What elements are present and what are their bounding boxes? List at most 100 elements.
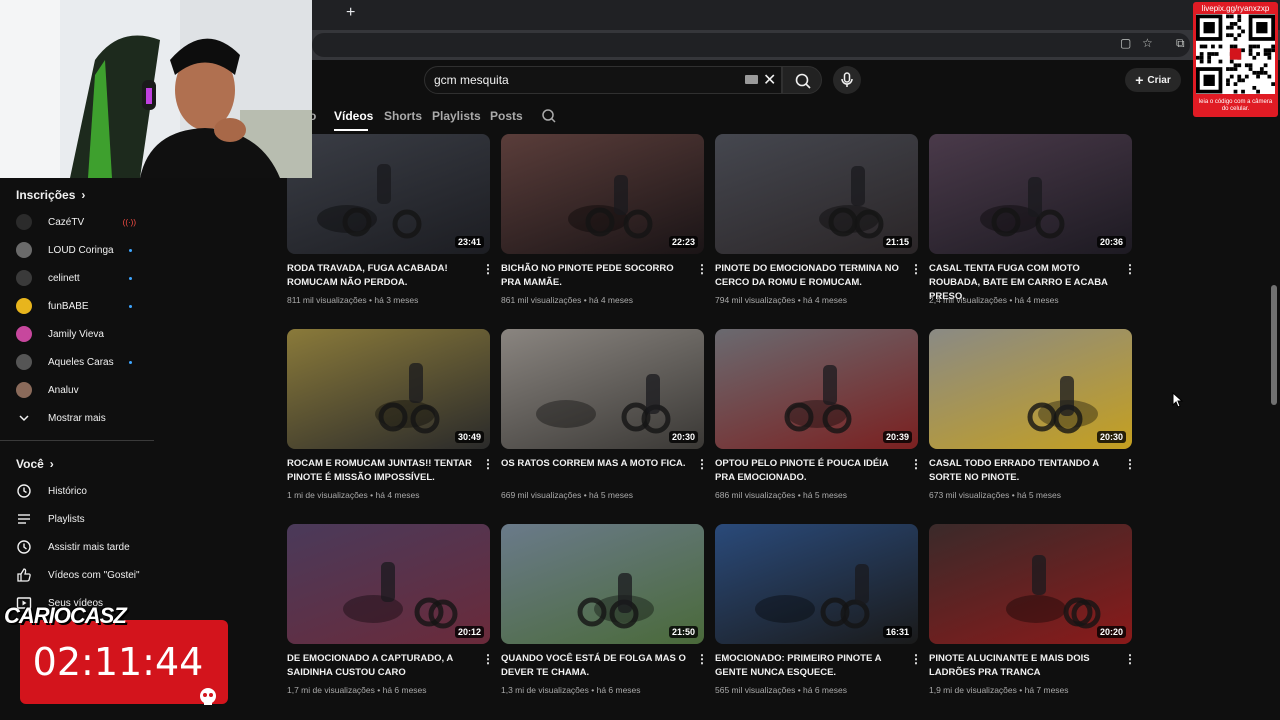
voice-search-button[interactable] bbox=[833, 66, 861, 94]
sidebar-item-label: Vídeos com "Gostei" bbox=[48, 569, 140, 581]
meta-separator: • bbox=[795, 685, 804, 695]
tab-shorts[interactable]: Shorts bbox=[384, 109, 422, 123]
search-button[interactable] bbox=[782, 66, 822, 94]
scrollbar-thumb[interactable] bbox=[1271, 285, 1277, 405]
channel-avatar bbox=[16, 382, 32, 398]
install-app-icon[interactable]: ▢ bbox=[1120, 36, 1131, 50]
tab-posts[interactable]: Posts bbox=[490, 109, 523, 123]
webcam-overlay bbox=[0, 0, 312, 178]
keyboard-icon[interactable] bbox=[745, 75, 758, 84]
you-heading[interactable]: Você › bbox=[16, 457, 54, 471]
video-title[interactable]: BICHÃO NO PINOTE PEDE SOCORRO PRA MAMÃE. bbox=[501, 262, 686, 290]
sidebar-item-history[interactable]: Histórico bbox=[16, 477, 146, 505]
video-views: 861 mil visualizações bbox=[501, 295, 582, 305]
more-options-icon[interactable]: ⋮ bbox=[1124, 457, 1136, 471]
video-thumbnail[interactable]: 20:30 bbox=[501, 329, 704, 449]
bookmark-star-icon[interactable]: ☆ bbox=[1142, 36, 1153, 50]
video-duration: 20:30 bbox=[1096, 431, 1126, 443]
video-title[interactable]: RODA TRAVADA, FUGA ACABADA! ROMUCAM NÃO … bbox=[287, 262, 472, 290]
more-options-icon[interactable]: ⋮ bbox=[910, 457, 922, 471]
video-thumbnail[interactable]: 20:36 bbox=[929, 134, 1132, 254]
chevron-right-icon: › bbox=[49, 457, 54, 471]
meta-separator: • bbox=[588, 685, 597, 695]
video-thumbnail[interactable]: 21:15 bbox=[715, 134, 918, 254]
video-title[interactable]: CASAL TODO ERRADO TENTANDO A SORTE NO PI… bbox=[929, 457, 1114, 485]
qr-caption-text: leia o código com a câmera do celular. bbox=[1198, 99, 1273, 112]
sidebar-subscription-item[interactable]: funBABE bbox=[16, 292, 146, 320]
more-options-icon[interactable]: ⋮ bbox=[910, 652, 922, 666]
watch-later-icon bbox=[16, 539, 32, 555]
video-thumbnail[interactable]: 20:39 bbox=[715, 329, 918, 449]
video-thumbnail[interactable]: 30:49 bbox=[287, 329, 490, 449]
channel-search-icon[interactable] bbox=[541, 108, 557, 124]
more-options-icon[interactable]: ⋮ bbox=[696, 262, 708, 276]
more-options-icon[interactable]: ⋮ bbox=[910, 262, 922, 276]
tab-playlists[interactable]: Playlists bbox=[432, 109, 481, 123]
meta-separator: • bbox=[374, 685, 383, 695]
sidebar-item-playlists[interactable]: Playlists bbox=[16, 505, 146, 533]
sidebar-item-watch-later[interactable]: Assistir mais tarde bbox=[16, 533, 146, 561]
sidebar-subscription-item[interactable]: Aqueles Caras bbox=[16, 348, 146, 376]
clear-search-icon[interactable]: ✕ bbox=[763, 70, 776, 90]
create-button[interactable]: + Criar bbox=[1125, 68, 1181, 92]
video-views: 1,9 mi de visualizações bbox=[929, 685, 1017, 695]
video-thumbnail[interactable]: 20:30 bbox=[929, 329, 1132, 449]
video-title[interactable]: OS RATOS CORREM MAS A MOTO FICA. bbox=[501, 457, 686, 471]
sidebar-subscription-item[interactable]: CazéTV ((·)) bbox=[16, 208, 146, 236]
more-options-icon[interactable]: ⋮ bbox=[1124, 652, 1136, 666]
more-options-icon[interactable]: ⋮ bbox=[696, 457, 708, 471]
video-thumbnail[interactable]: 20:12 bbox=[287, 524, 490, 644]
more-options-icon[interactable]: ⋮ bbox=[696, 652, 708, 666]
video-title[interactable]: OPTOU PELO PINOTE É POUCA IDÉIA PRA EMOC… bbox=[715, 457, 900, 485]
video-title[interactable]: ROCAM E ROMUCAM JUNTAS!! TENTAR PINOTE É… bbox=[287, 457, 472, 485]
sidebar-subscription-item[interactable]: Analuv bbox=[16, 376, 146, 404]
sidebar-subscription-item[interactable]: Jamily Vieva bbox=[16, 320, 146, 348]
video-views: 2,4 mil visualizações bbox=[929, 295, 1007, 305]
meta-separator: • bbox=[367, 490, 376, 500]
subscriptions-heading[interactable]: Inscrições › bbox=[16, 188, 85, 202]
video-title[interactable]: QUANDO VOCÊ ESTÁ DE FOLGA MAS O DEVER TE… bbox=[501, 652, 686, 680]
sidebar-item-like[interactable]: Vídeos com "Gostei" bbox=[16, 561, 146, 589]
like-icon bbox=[16, 567, 32, 583]
video-thumbnail[interactable]: 23:41 bbox=[287, 134, 490, 254]
video-title[interactable]: DE EMOCIONADO A CAPTURADO, A SAIDINHA CU… bbox=[287, 652, 472, 680]
qr-handle-text: livepix.gg/ryanxzxp bbox=[1201, 4, 1270, 13]
more-options-icon[interactable]: ⋮ bbox=[482, 457, 494, 471]
more-options-icon[interactable]: ⋮ bbox=[482, 262, 494, 276]
video-duration: 23:41 bbox=[454, 236, 484, 248]
video-thumbnail[interactable]: 20:20 bbox=[929, 524, 1132, 644]
tab-videos[interactable]: Vídeos bbox=[334, 109, 373, 123]
extensions-icon[interactable]: ⧉ bbox=[1176, 36, 1185, 51]
video-title[interactable]: PINOTE ALUCINANTE E MAIS DOIS LADRÕES PR… bbox=[929, 652, 1114, 680]
channel-avatar bbox=[16, 354, 32, 370]
video-thumbnail[interactable]: 21:50 bbox=[501, 524, 704, 644]
video-title[interactable]: PINOTE DO EMOCIONADO TERMINA NO CERCO DA… bbox=[715, 262, 900, 290]
more-options-icon[interactable]: ⋮ bbox=[1124, 262, 1136, 276]
video-metadata: 794 mil visualizações • há 4 meses bbox=[715, 295, 915, 305]
meta-separator: • bbox=[1006, 295, 1015, 305]
video-metadata: 1,7 mi de visualizações • há 6 meses bbox=[287, 685, 487, 695]
show-more-button[interactable]: Mostrar mais bbox=[16, 404, 146, 432]
address-bar[interactable] bbox=[312, 33, 1190, 57]
video-age: há 4 meses bbox=[375, 490, 420, 500]
video-age: há 6 meses bbox=[382, 685, 427, 695]
sidebar-item-label: Playlists bbox=[48, 513, 85, 525]
video-views: 669 mil visualizações bbox=[501, 490, 582, 500]
chevron-down-icon bbox=[16, 410, 32, 426]
meta-separator: • bbox=[581, 295, 590, 305]
search-query-text[interactable]: gcm mesquita bbox=[434, 73, 509, 87]
video-title[interactable]: EMOCIONADO: PRIMEIRO PINOTE A GENTE NUNC… bbox=[715, 652, 900, 680]
meta-separator: • bbox=[795, 295, 804, 305]
active-tab-indicator bbox=[334, 129, 368, 131]
sidebar-subscription-item[interactable]: celinett bbox=[16, 264, 146, 292]
video-thumbnail[interactable]: 22:23 bbox=[501, 134, 704, 254]
video-thumbnail[interactable]: 16:31 bbox=[715, 524, 918, 644]
meta-separator: • bbox=[1009, 490, 1018, 500]
meta-separator: • bbox=[581, 490, 590, 500]
new-content-dot bbox=[129, 304, 132, 308]
new-tab-button[interactable]: + bbox=[346, 4, 355, 22]
sidebar-subscription-item[interactable]: LOUD Coringa bbox=[16, 236, 146, 264]
more-options-icon[interactable]: ⋮ bbox=[482, 652, 494, 666]
channel-name: funBABE bbox=[48, 300, 89, 312]
video-age: há 6 meses bbox=[596, 685, 641, 695]
